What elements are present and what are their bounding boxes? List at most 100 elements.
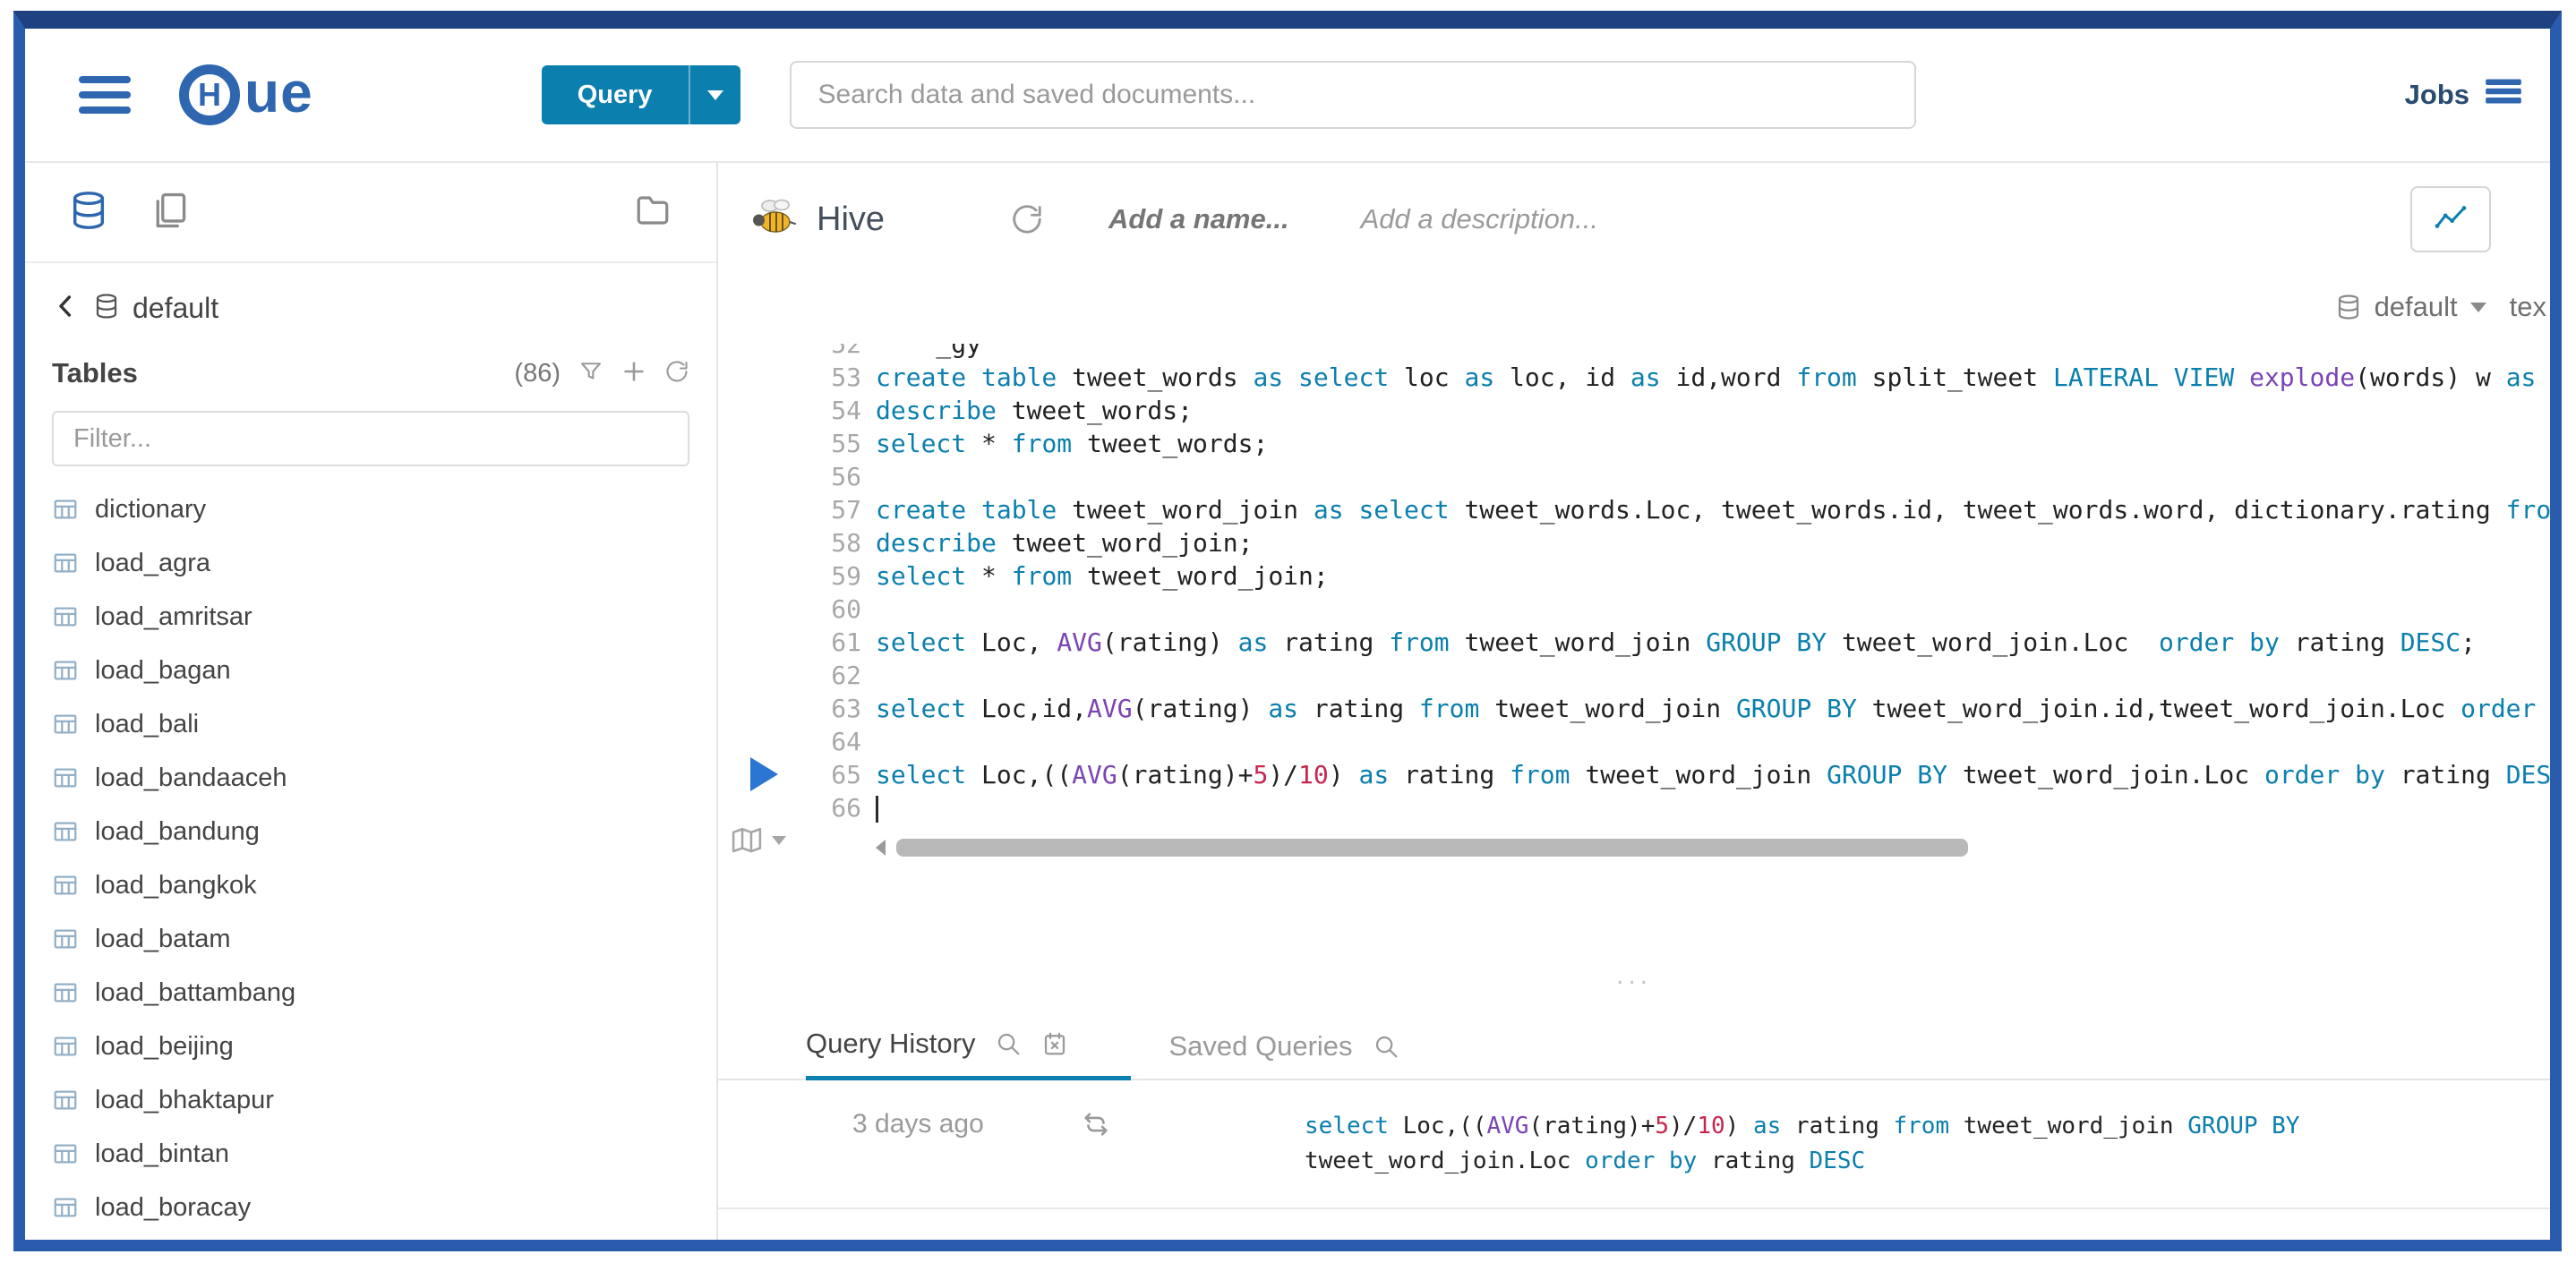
line-number: 63: [804, 692, 861, 725]
table-list-item[interactable]: load_boracay: [52, 1181, 689, 1234]
context-row: default tex: [718, 276, 2550, 338]
table-list-item[interactable]: load_bali: [52, 697, 689, 751]
table-icon: [52, 926, 79, 952]
execute-button[interactable]: [750, 757, 778, 791]
jobs-icon: [2484, 75, 2523, 115]
history-entry[interactable]: 3 days agoselect Loc,((AVG(rating)+5)/10…: [718, 1080, 2550, 1209]
sql-editor[interactable]: 525354555657585960616263646566 _gycreate…: [718, 344, 2550, 934]
table-filter-input[interactable]: [52, 411, 689, 466]
line-number: 66: [804, 791, 861, 824]
panel-resize-handle[interactable]: ...: [718, 934, 2550, 1017]
code-line: select Loc,((AVG(rating)+5)/10) as ratin…: [876, 758, 2550, 791]
scrollbar-track[interactable]: [896, 839, 2520, 857]
table-name: load_bandaaceh: [95, 764, 287, 793]
table-list-item[interactable]: load_bangkok: [52, 858, 689, 912]
tab-saved-queries[interactable]: Saved Queries: [1168, 1030, 1399, 1079]
jobs-label: Jobs: [2405, 79, 2469, 111]
table-name: load_batam: [95, 925, 231, 954]
code-line: describe tweet_words;: [876, 394, 2550, 427]
assist-tab-bar: [25, 163, 716, 263]
line-number: 65: [804, 758, 861, 791]
table-list-item[interactable]: load_bagan: [52, 644, 689, 697]
hue-logo[interactable]: H ue: [179, 62, 313, 128]
table-list-item[interactable]: load_bandaaceh: [52, 751, 689, 805]
line-number: 53: [804, 361, 861, 394]
new-query-button-label[interactable]: Query: [542, 65, 689, 124]
database-name: default: [133, 292, 218, 325]
documents-tab-icon[interactable]: [150, 191, 190, 235]
query-history-icon[interactable]: [1010, 202, 1044, 236]
folder-icon[interactable]: [632, 192, 673, 234]
table-list-item[interactable]: load_bintan: [52, 1127, 689, 1181]
back-chevron-icon[interactable]: [52, 292, 81, 325]
table-list-item[interactable]: load_agra: [52, 536, 689, 590]
search-icon[interactable]: [1373, 1033, 1399, 1060]
menu-icon[interactable]: [79, 76, 131, 114]
line-number: 54: [804, 394, 861, 427]
assist-content: default Tables (86): [25, 263, 716, 1240]
line-number: 58: [804, 526, 861, 559]
chevron-down-icon: [2470, 303, 2486, 312]
table-icon: [52, 1087, 79, 1114]
line-number: 57: [804, 493, 861, 526]
refresh-icon[interactable]: [664, 359, 689, 388]
line-number: 55: [804, 427, 861, 460]
table-name: load_boracay: [95, 1193, 251, 1223]
table-name: load_beijing: [95, 1032, 234, 1062]
table-icon: [52, 657, 79, 684]
tab-query-history-label: Query History: [806, 1028, 975, 1060]
add-table-icon[interactable]: [621, 359, 646, 388]
databases-tab-icon[interactable]: [68, 190, 109, 235]
resize-grip-icon: ...: [1616, 960, 1652, 991]
table-icon: [52, 711, 79, 738]
horizontal-scrollbar[interactable]: [876, 838, 2520, 858]
history-list: 3 days agoselect Loc,((AVG(rating)+5)/10…: [718, 1080, 2550, 1209]
table-list-item[interactable]: dictionary: [52, 482, 689, 536]
line-number: 52: [804, 344, 861, 361]
table-icon: [52, 496, 79, 523]
table-name: load_bagan: [95, 656, 231, 686]
table-icon: [52, 818, 79, 845]
query-name-field[interactable]: Add a name...: [1108, 203, 1289, 235]
code-line: create table tweet_words as select loc a…: [876, 361, 2550, 394]
browser-frame: H ue Query Jobs: [13, 11, 2562, 1251]
scrollbar-thumb[interactable]: [896, 839, 1968, 857]
table-list-item[interactable]: load_bhaktapur: [52, 1073, 689, 1127]
query-dropdown-toggle[interactable]: [689, 65, 740, 124]
database-breadcrumb[interactable]: default: [52, 292, 689, 325]
line-number: 60: [804, 593, 861, 626]
database-icon: [2335, 294, 2362, 320]
hive-bee-icon: [750, 197, 797, 243]
map-icon[interactable]: [729, 825, 786, 856]
chevron-down-icon: [772, 836, 786, 845]
table-icon: [52, 764, 79, 791]
table-list-item[interactable]: load_bandung: [52, 805, 689, 858]
table-icon: [52, 872, 79, 899]
chart-button[interactable]: [2410, 186, 2491, 252]
query-description-field[interactable]: Add a description...: [1361, 203, 1598, 235]
new-query-button[interactable]: Query: [542, 65, 740, 124]
content-area: default Tables (86): [25, 163, 2550, 1240]
table-name: load_amritsar: [95, 602, 252, 632]
tables-header: Tables (86): [52, 357, 689, 389]
code-line: select Loc, AVG(rating) as rating from t…: [876, 626, 2550, 659]
global-search-input[interactable]: [790, 61, 1916, 129]
clear-history-calendar-icon[interactable]: [1041, 1030, 1068, 1057]
table-list-item[interactable]: load_beijing: [52, 1020, 689, 1073]
search-icon[interactable]: [995, 1030, 1022, 1057]
filter-icon[interactable]: [578, 359, 603, 388]
assist-panel: default Tables (86): [25, 163, 718, 1240]
table-name: load_agra: [95, 549, 210, 578]
code-line: _gy: [876, 344, 2550, 361]
table-name: load_bhaktapur: [95, 1086, 274, 1115]
table-list-item[interactable]: load_battambang: [52, 966, 689, 1020]
table-list-item[interactable]: load_batam: [52, 912, 689, 966]
code-lines[interactable]: _gycreate table tweet_words as select lo…: [876, 344, 2550, 854]
context-database-select[interactable]: default: [2375, 291, 2458, 323]
scroll-left-arrow-icon[interactable]: [876, 840, 886, 856]
table-name: dictionary: [95, 495, 206, 525]
chevron-down-icon: [707, 90, 723, 100]
tab-query-history[interactable]: Query History: [806, 1028, 1131, 1080]
jobs-link[interactable]: Jobs: [2405, 75, 2523, 115]
table-list-item[interactable]: load_amritsar: [52, 590, 689, 644]
